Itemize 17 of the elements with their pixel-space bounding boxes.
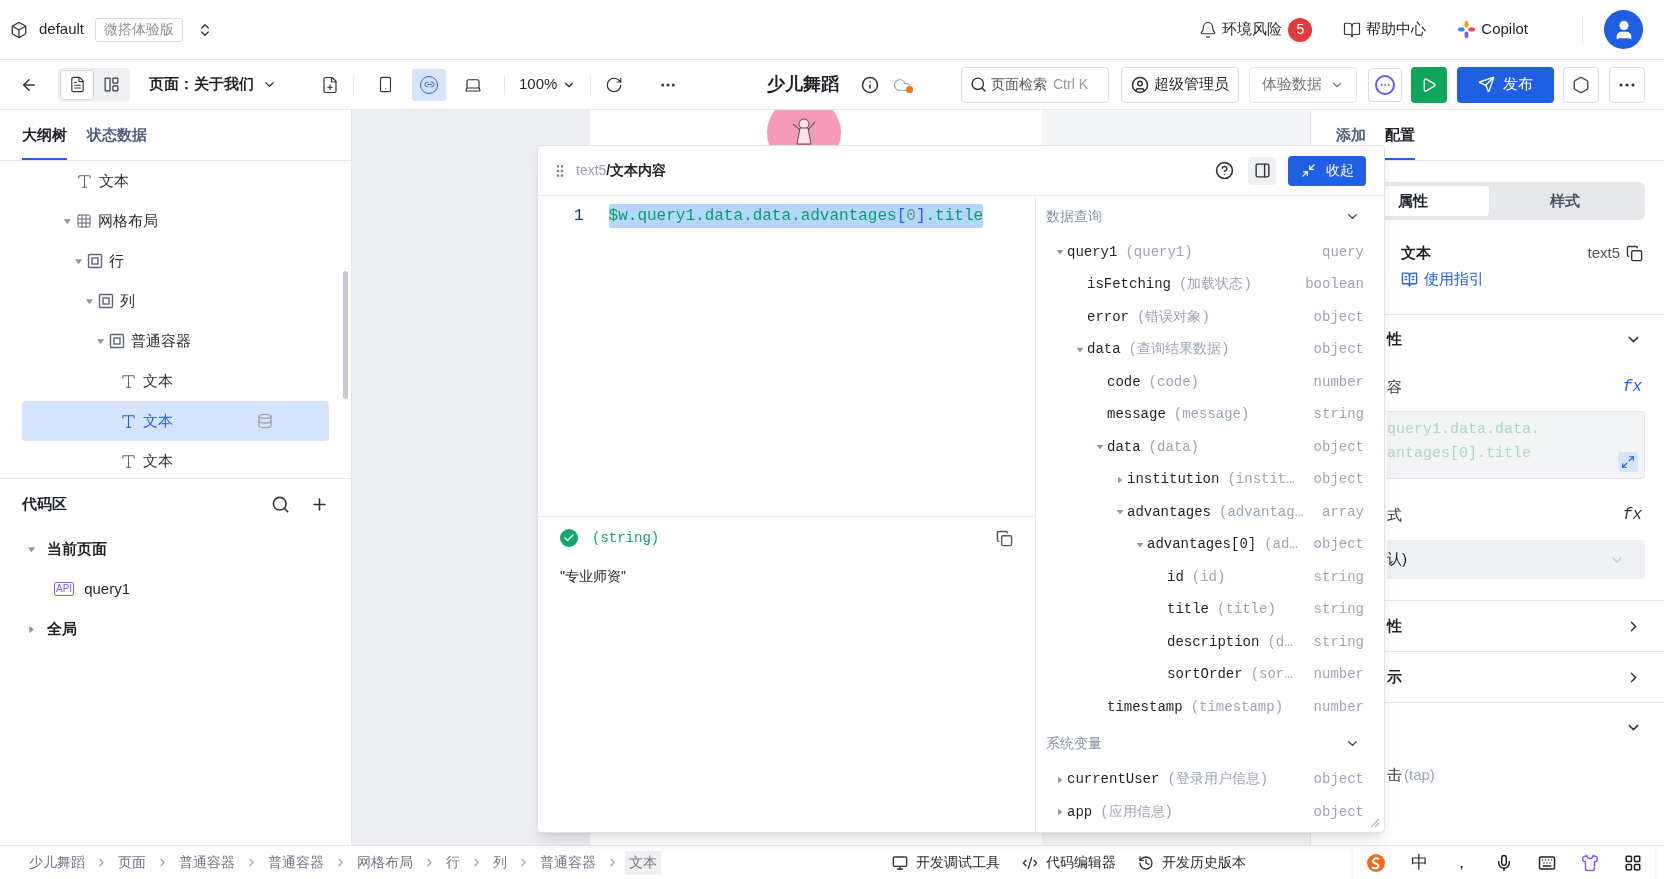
editor-title: /文本内容 bbox=[606, 161, 667, 180]
component-id: text5 bbox=[1587, 242, 1620, 263]
event-hint: (tap) bbox=[1404, 764, 1435, 785]
field-label: 容 bbox=[1387, 376, 1402, 397]
result-value: "专业师资" bbox=[560, 567, 627, 586]
page-title: 少儿舞蹈 bbox=[767, 73, 840, 96]
api-badge: API bbox=[54, 582, 75, 596]
result-type: (string) bbox=[592, 528, 660, 548]
field-label: 击 bbox=[1387, 764, 1402, 785]
line-number: 1 bbox=[574, 206, 584, 227]
count-badge: 5 bbox=[1288, 17, 1313, 42]
component-name: 文本 bbox=[1401, 242, 1431, 263]
project-name: default bbox=[39, 19, 85, 40]
field-label: 式 bbox=[1387, 504, 1402, 525]
edition-tag: 微搭体验版 bbox=[95, 17, 184, 42]
section-title: 代码区 bbox=[22, 493, 67, 514]
component-id: text5 bbox=[576, 161, 607, 180]
